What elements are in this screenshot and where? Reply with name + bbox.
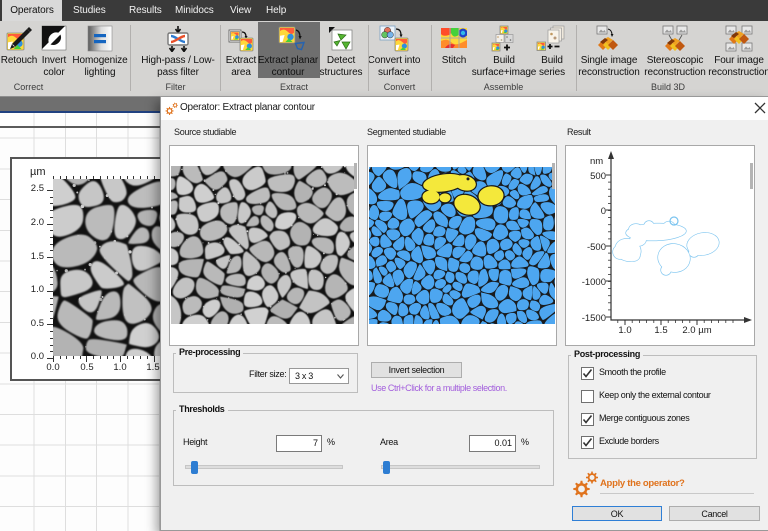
svg-text:0: 0 bbox=[601, 206, 606, 217]
svg-text:-500: -500 bbox=[587, 242, 606, 253]
svg-text:2.0 µm: 2.0 µm bbox=[682, 325, 711, 336]
svg-text:500: 500 bbox=[590, 171, 606, 182]
svg-text:-1500: -1500 bbox=[582, 313, 606, 324]
svg-text:-1000: -1000 bbox=[582, 277, 606, 288]
svg-text:1.0: 1.0 bbox=[618, 325, 631, 336]
svg-text:nm: nm bbox=[590, 156, 603, 167]
svg-text:1.5: 1.5 bbox=[654, 325, 667, 336]
